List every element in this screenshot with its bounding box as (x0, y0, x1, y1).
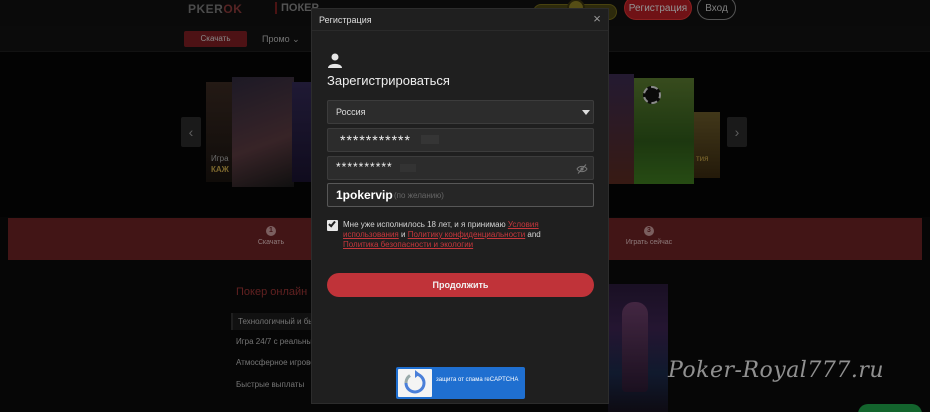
modal-title: Регистрация (319, 15, 372, 25)
country-value: Россия (336, 107, 366, 117)
country-select[interactable]: Россия (327, 100, 594, 124)
user-icon (328, 53, 342, 68)
recaptcha-badge[interactable]: защита от спама reCAPTCHA (396, 367, 525, 399)
password-ghost-text (400, 164, 416, 172)
modal-header: Регистрация × (312, 9, 608, 31)
modal-heading: Зарегистрироваться (327, 73, 450, 88)
continue-button[interactable]: Продолжить (327, 273, 594, 297)
terms-and: и (398, 230, 408, 239)
phone-masked-value: *********** (340, 132, 411, 148)
phone-field[interactable]: *********** (327, 128, 594, 152)
password-masked-value: ********** (336, 160, 393, 174)
terms-prefix: Мне уже исполнилось 18 лет, и я принимаю (343, 220, 508, 229)
promo-code-value: 1pokervip (336, 188, 393, 202)
terms-and-en: and (525, 230, 541, 239)
chevron-down-icon (582, 110, 590, 115)
promo-code-field[interactable]: 1pokervip (по желанию) (327, 183, 594, 207)
close-icon[interactable]: × (590, 12, 604, 26)
password-field[interactable]: ********** (327, 156, 594, 180)
eye-off-icon[interactable] (576, 163, 588, 175)
terms-text: Мне уже исполнилось 18 лет, и я принимаю… (343, 220, 575, 250)
check-icon (328, 219, 336, 228)
registration-modal: Регистрация × Зарегистрироваться Россия … (311, 8, 609, 404)
terms-checkbox[interactable] (327, 219, 338, 231)
recaptcha-logo-icon (398, 369, 432, 397)
security-policy-link[interactable]: Политика безопасности и экологии (343, 240, 473, 249)
recaptcha-text: защита от спама reCAPTCHA (436, 377, 519, 383)
phone-ghost-text (421, 135, 439, 144)
privacy-policy-link[interactable]: Политику конфиденциальности (408, 230, 525, 239)
promo-code-placeholder: (по желанию) (394, 191, 444, 200)
